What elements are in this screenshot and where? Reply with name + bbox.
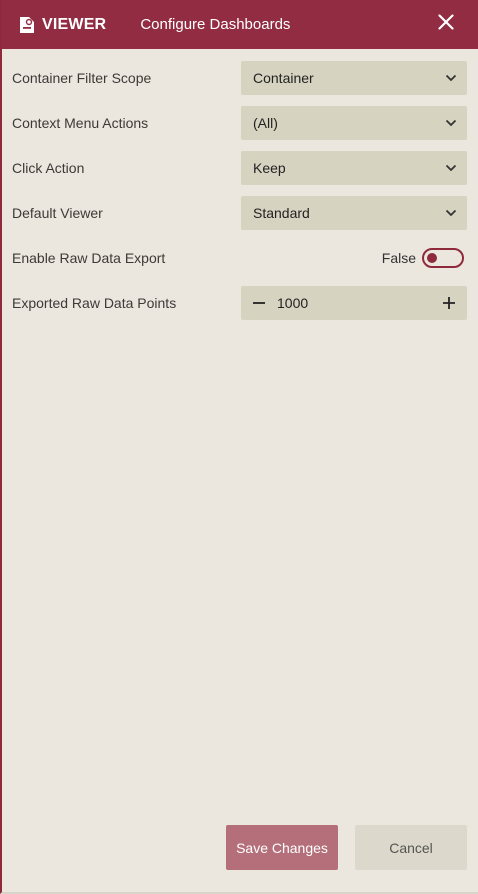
save-changes-button[interactable]: Save Changes xyxy=(226,825,338,870)
setting-row-context-menu-actions: Context Menu Actions (All) xyxy=(12,106,468,140)
close-icon xyxy=(438,13,454,35)
select-value: Keep xyxy=(253,160,286,176)
chevron-down-icon xyxy=(445,209,457,217)
setting-label: Exported Raw Data Points xyxy=(12,295,177,311)
toggle-knob xyxy=(427,253,437,263)
context-menu-actions-select[interactable]: (All) xyxy=(241,106,467,140)
header-bar: VIEWER Configure Dashboards xyxy=(2,0,478,49)
setting-row-click-action: Click Action Keep xyxy=(12,151,468,185)
setting-label: Default Viewer xyxy=(12,205,103,221)
toggle-switch[interactable] xyxy=(422,248,464,268)
logo-text: VIEWER xyxy=(42,15,107,33)
stepper-value[interactable]: 1000 xyxy=(277,295,441,311)
setting-row-container-filter-scope: Container Filter Scope Container xyxy=(12,61,468,95)
select-value: (All) xyxy=(253,115,278,131)
setting-label: Click Action xyxy=(12,160,85,176)
setting-label: Container Filter Scope xyxy=(12,70,152,86)
setting-row-enable-raw-data-export: Enable Raw Data Export False xyxy=(12,241,468,275)
logo: VIEWER xyxy=(18,16,106,34)
container-filter-scope-select[interactable]: Container xyxy=(241,61,467,95)
toggle-state-label: False xyxy=(381,250,416,266)
minus-icon[interactable] xyxy=(251,295,267,311)
default-viewer-select[interactable]: Standard xyxy=(241,196,467,230)
viewer-logo-icon xyxy=(18,16,36,34)
select-value: Container xyxy=(253,70,314,86)
setting-label: Context Menu Actions xyxy=(12,115,149,131)
plus-icon[interactable] xyxy=(441,295,457,311)
select-value: Standard xyxy=(253,205,310,221)
enable-raw-data-export-toggle[interactable]: False xyxy=(382,248,464,268)
configure-dashboards-panel: VIEWER Configure Dashboards Container Fi… xyxy=(0,0,478,894)
cancel-button[interactable]: Cancel xyxy=(355,825,467,870)
setting-row-exported-raw-data-points: Exported Raw Data Points 1000 xyxy=(12,286,468,320)
setting-row-default-viewer: Default Viewer Standard xyxy=(12,196,468,230)
exported-raw-data-points-stepper[interactable]: 1000 xyxy=(241,286,467,320)
click-action-select[interactable]: Keep xyxy=(241,151,467,185)
chevron-down-icon xyxy=(445,74,457,82)
page-title: Configure Dashboards xyxy=(140,16,291,33)
close-button[interactable] xyxy=(434,12,458,36)
chevron-down-icon xyxy=(445,119,457,127)
chevron-down-icon xyxy=(445,164,457,172)
setting-label: Enable Raw Data Export xyxy=(12,250,166,266)
